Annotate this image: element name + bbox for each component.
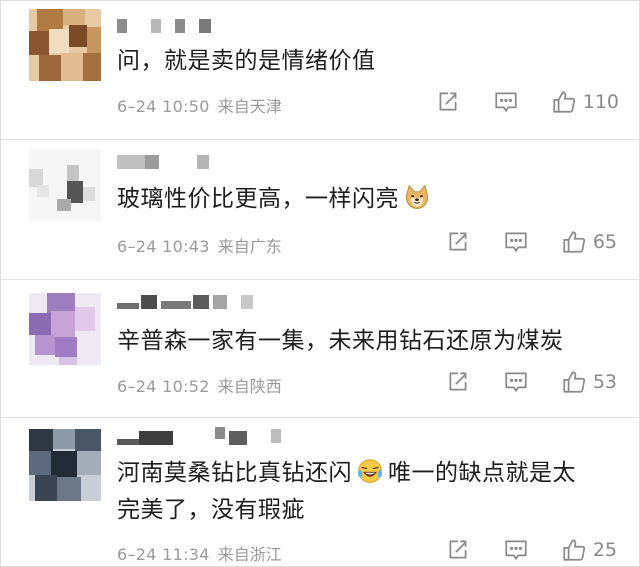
comment-meta: 6–24 10:43 来自广东 [117,233,282,257]
avatar[interactable] [29,149,101,221]
avatar[interactable] [29,293,101,365]
comment-location: 来自陕西 [217,377,282,396]
comment-actions: 110 [435,89,619,115]
like-button[interactable]: 53 [561,369,617,395]
laughing-crying-emoji [357,459,383,483]
divider [1,139,640,140]
comment-icon[interactable] [503,537,529,563]
like-count: 53 [592,371,617,393]
comment-time: 6–24 10:50 [117,97,210,116]
comment-text: 辛普森一家有一集，未来用钻石还原为煤炭 [117,328,564,354]
username-blurred[interactable] [117,155,217,175]
comment-icon[interactable] [503,229,529,255]
comment-text: 河南莫桑钻比真钻还闪 唯一的缺点就是太 完美了，没有瑕疵 [117,455,627,529]
comment-text-line1: 河南莫桑钻比真钻还闪 [117,460,352,486]
comment-actions: 53 [445,369,617,395]
comment-location: 来自广东 [217,237,282,256]
like-button[interactable]: 65 [561,229,617,255]
thumbs-up-icon[interactable] [561,369,587,395]
comment-icon[interactable] [493,89,519,115]
comment-location: 来自浙江 [217,545,282,564]
like-button[interactable]: 110 [551,89,619,115]
doge-emoji [405,184,429,209]
username-blurred[interactable] [117,427,297,451]
comment-text-line1b: 唯一的缺点就是太 [388,460,576,486]
comment-icon[interactable] [503,369,529,395]
comment-text: 玻璃性价比更高，一样闪亮 [117,181,627,217]
comment-time: 6–24 10:43 [117,237,210,256]
avatar[interactable] [29,9,101,81]
comment-meta: 6–24 10:52 来自陕西 [117,373,282,397]
comment-time: 6–24 10:52 [117,377,210,396]
comment-meta: 6–24 11:34 来自浙江 [117,541,282,565]
comment-time: 6–24 11:34 [117,545,210,564]
thumbs-up-icon[interactable] [551,89,577,115]
divider [1,279,640,280]
comment-list: 问，就是卖的是情绪价值 6–24 10:50 来自天津 110 玻璃性价比更高，… [0,0,640,567]
divider [1,417,640,418]
username-blurred[interactable] [117,19,217,39]
repost-icon[interactable] [445,229,471,255]
thumbs-up-icon[interactable] [561,229,587,255]
comment-location: 来自天津 [217,97,282,116]
repost-icon[interactable] [445,369,471,395]
repost-icon[interactable] [435,89,461,115]
like-count: 25 [592,539,617,561]
comment-actions: 65 [445,229,617,255]
repost-icon[interactable] [445,537,471,563]
username-blurred[interactable] [117,295,277,315]
comment-text-line2: 完美了，没有瑕疵 [117,497,305,523]
like-count: 110 [582,91,619,113]
comment-text: 问，就是卖的是情绪价值 [117,48,376,74]
avatar[interactable] [29,429,101,501]
like-button[interactable]: 25 [561,537,617,563]
comment-actions: 25 [445,537,617,563]
thumbs-up-icon[interactable] [561,537,587,563]
comment-meta: 6–24 10:50 来自天津 [117,93,282,117]
like-count: 65 [592,231,617,253]
comment-text-content: 玻璃性价比更高，一样闪亮 [117,186,399,212]
